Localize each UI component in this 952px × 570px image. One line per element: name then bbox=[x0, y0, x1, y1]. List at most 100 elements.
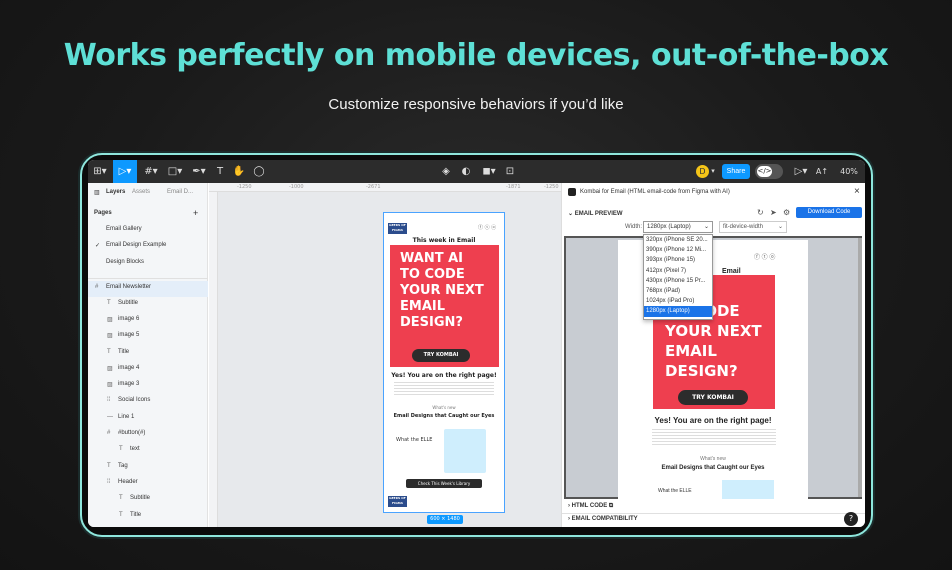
tab-assets[interactable]: Assets bbox=[132, 189, 150, 195]
text-layer-icon: T bbox=[119, 495, 123, 501]
zoom-level[interactable]: 40% bbox=[836, 160, 862, 183]
width-option[interactable]: 320px (iPhone SE 20... bbox=[644, 235, 712, 245]
hero-line: TO CODE bbox=[400, 267, 465, 282]
preview-section-toggle[interactable]: ⌄ EMAIL PREVIEW bbox=[568, 210, 623, 217]
image-layer-icon: ▨ bbox=[107, 317, 113, 323]
preview-thumb bbox=[722, 480, 774, 499]
frame-size-badge: 600 × 1480 bbox=[427, 515, 463, 524]
width-option[interactable]: 412px (Pixel 7) bbox=[644, 266, 712, 276]
html-code-section[interactable]: › HTML CODE ⧉ bbox=[568, 503, 613, 510]
preview-cta-button[interactable]: TRY KOMBAI bbox=[678, 390, 748, 405]
layer-item[interactable]: text bbox=[130, 446, 140, 452]
layer-item[interactable]: Subtitle bbox=[118, 300, 138, 306]
layer-item[interactable]: Tag bbox=[118, 463, 128, 469]
image-layer-icon: ▨ bbox=[107, 366, 113, 372]
layer-item[interactable]: Header bbox=[118, 479, 138, 485]
figma-toolbar: ⊞▾ ▷▾ #▾ □▾ ✒▾ T ✋ ◯ ◈ ◐ ◼▾ ⊡ D ▾ Share … bbox=[88, 160, 865, 183]
email-frame[interactable]: GEEKS OF FIGMA ⓕ ⓣ ⓞ This week in Email … bbox=[383, 212, 505, 513]
vertical-ruler bbox=[209, 192, 218, 527]
shape-tool-icon[interactable]: □▾ bbox=[164, 160, 186, 183]
help-icon[interactable]: ? bbox=[844, 512, 858, 526]
preview-right-page: Yes! You are on the right page! bbox=[654, 416, 772, 425]
page-item[interactable]: Design Blocks bbox=[106, 259, 144, 265]
font-icon[interactable]: A↑ bbox=[814, 160, 830, 183]
ruler-label: -1250 bbox=[237, 184, 252, 190]
preview-designs-heading: Email Designs that Caught our Eyes bbox=[661, 465, 765, 471]
width-option[interactable]: 430px (iPhone 15 Pr... bbox=[644, 276, 712, 286]
layer-item[interactable]: Social Icons bbox=[118, 397, 150, 403]
copy-icon[interactable]: ⧉ bbox=[607, 503, 613, 509]
preview-whats-new: What's new bbox=[700, 456, 726, 462]
contrast-icon[interactable]: ◐ bbox=[458, 160, 474, 183]
gear-icon[interactable]: ⚙ bbox=[783, 208, 790, 217]
layer-item[interactable]: Email Newsletter bbox=[106, 284, 151, 290]
text-layer-icon: T bbox=[107, 300, 111, 306]
layer-item[interactable]: Title bbox=[118, 349, 129, 355]
figma-screen: ⊞▾ ▷▾ #▾ □▾ ✒▾ T ✋ ◯ ◈ ◐ ◼▾ ⊡ D ▾ Share … bbox=[88, 160, 865, 527]
design-canvas[interactable]: -1250 -1000 -2671 -1871 -1250 GEEKS OF F… bbox=[209, 183, 561, 527]
group-layer-icon: ⁞⁞ bbox=[107, 479, 111, 485]
frame-tool-icon[interactable]: #▾ bbox=[140, 160, 162, 183]
share-button[interactable]: Share bbox=[722, 164, 750, 179]
hero-line: EMAIL bbox=[400, 299, 445, 314]
width-option[interactable]: 1024px (iPad Pro) bbox=[644, 296, 712, 306]
layer-item[interactable]: Subtitle bbox=[130, 495, 150, 501]
page-item[interactable]: Email Design Example bbox=[106, 242, 166, 248]
layer-item[interactable]: Title bbox=[130, 512, 141, 518]
layers-icon: ▥ bbox=[94, 190, 100, 196]
pen-tool-icon[interactable]: ✒▾ bbox=[188, 160, 210, 183]
text-layer-icon: T bbox=[107, 463, 111, 469]
width-select[interactable]: 1280px (Laptop) ⌄ bbox=[643, 221, 713, 233]
layer-item[interactable]: image 6 bbox=[118, 316, 139, 322]
frame-icon: # bbox=[95, 284, 99, 290]
figma-menu-icon[interactable]: ⊞▾ bbox=[90, 160, 110, 183]
chevron-down-icon[interactable]: ▾ bbox=[709, 160, 717, 183]
text-tool-icon[interactable]: T bbox=[212, 160, 228, 183]
width-option[interactable]: 768px (iPad) bbox=[644, 286, 712, 296]
chevron-down-icon: ⌄ bbox=[777, 224, 783, 230]
tab-layers[interactable]: Layers bbox=[106, 189, 125, 195]
email-week-title: This week in Email bbox=[412, 237, 476, 244]
layer-item[interactable]: image 3 bbox=[118, 381, 139, 387]
present-icon[interactable]: ▷▾ bbox=[792, 160, 810, 183]
avatar[interactable]: D bbox=[696, 165, 709, 178]
section-label: EMAIL COMPATIBILITY bbox=[571, 516, 638, 522]
social-icons: ⓕ ⓣ ⓞ bbox=[478, 225, 497, 231]
component-icon[interactable]: ◈ bbox=[438, 160, 454, 183]
layer-item[interactable]: Line 1 bbox=[118, 414, 134, 420]
line-layer-icon: — bbox=[107, 414, 113, 420]
frame-icon: # bbox=[107, 430, 111, 436]
add-page-icon[interactable]: + bbox=[193, 208, 198, 218]
subheadline: Customize responsive behaviors if you’d … bbox=[328, 96, 624, 113]
dev-mode-toggle[interactable]: </> bbox=[755, 164, 783, 179]
layer-item[interactable]: image 4 bbox=[118, 365, 139, 371]
library-button[interactable]: Check This Week's Library bbox=[406, 479, 482, 488]
email-compat-section[interactable]: › EMAIL COMPATIBILITY bbox=[568, 516, 638, 522]
close-icon[interactable]: × bbox=[854, 186, 860, 197]
tab-page-name[interactable]: Email D... bbox=[167, 189, 193, 195]
hand-tool-icon[interactable]: ✋ bbox=[230, 160, 248, 183]
section-label: EMAIL PREVIEW bbox=[574, 211, 623, 217]
text-layer-icon: T bbox=[119, 446, 123, 452]
layer-item[interactable]: #button(#) bbox=[118, 430, 145, 436]
hero-line: YOUR NEXT bbox=[665, 322, 762, 340]
page-item[interactable]: Email Gallery bbox=[106, 226, 142, 232]
comment-tool-icon[interactable]: ◯ bbox=[250, 160, 268, 183]
width-option[interactable]: 393px (iPhone 15) bbox=[644, 255, 712, 265]
layer-item[interactable]: image 5 bbox=[118, 332, 139, 338]
crop-icon[interactable]: ⊡ bbox=[502, 160, 518, 183]
move-tool-icon[interactable]: ▷▾ bbox=[113, 160, 137, 183]
fit-select[interactable]: fit-device-width ⌄ bbox=[719, 221, 787, 233]
width-option-selected[interactable]: 1280px (Laptop) bbox=[644, 306, 712, 317]
width-option[interactable]: 390px (iPhone 12 Mi... bbox=[644, 245, 712, 255]
download-code-button[interactable]: Download Code bbox=[796, 207, 862, 218]
ruler-label: -1871 bbox=[506, 184, 521, 190]
boolean-icon[interactable]: ◼▾ bbox=[478, 160, 500, 183]
preview-scrollbar[interactable] bbox=[858, 238, 862, 497]
try-kombai-button[interactable]: TRY KOMBAI bbox=[412, 349, 470, 362]
send-icon[interactable]: ➤ bbox=[770, 208, 777, 217]
ruler-label: -1250 bbox=[544, 184, 559, 190]
refresh-icon[interactable]: ↻ bbox=[757, 208, 764, 217]
width-dropdown-list[interactable]: 320px (iPhone SE 20... 390px (iPhone 12 … bbox=[643, 234, 713, 320]
width-value: 1280px (Laptop) bbox=[647, 224, 691, 230]
